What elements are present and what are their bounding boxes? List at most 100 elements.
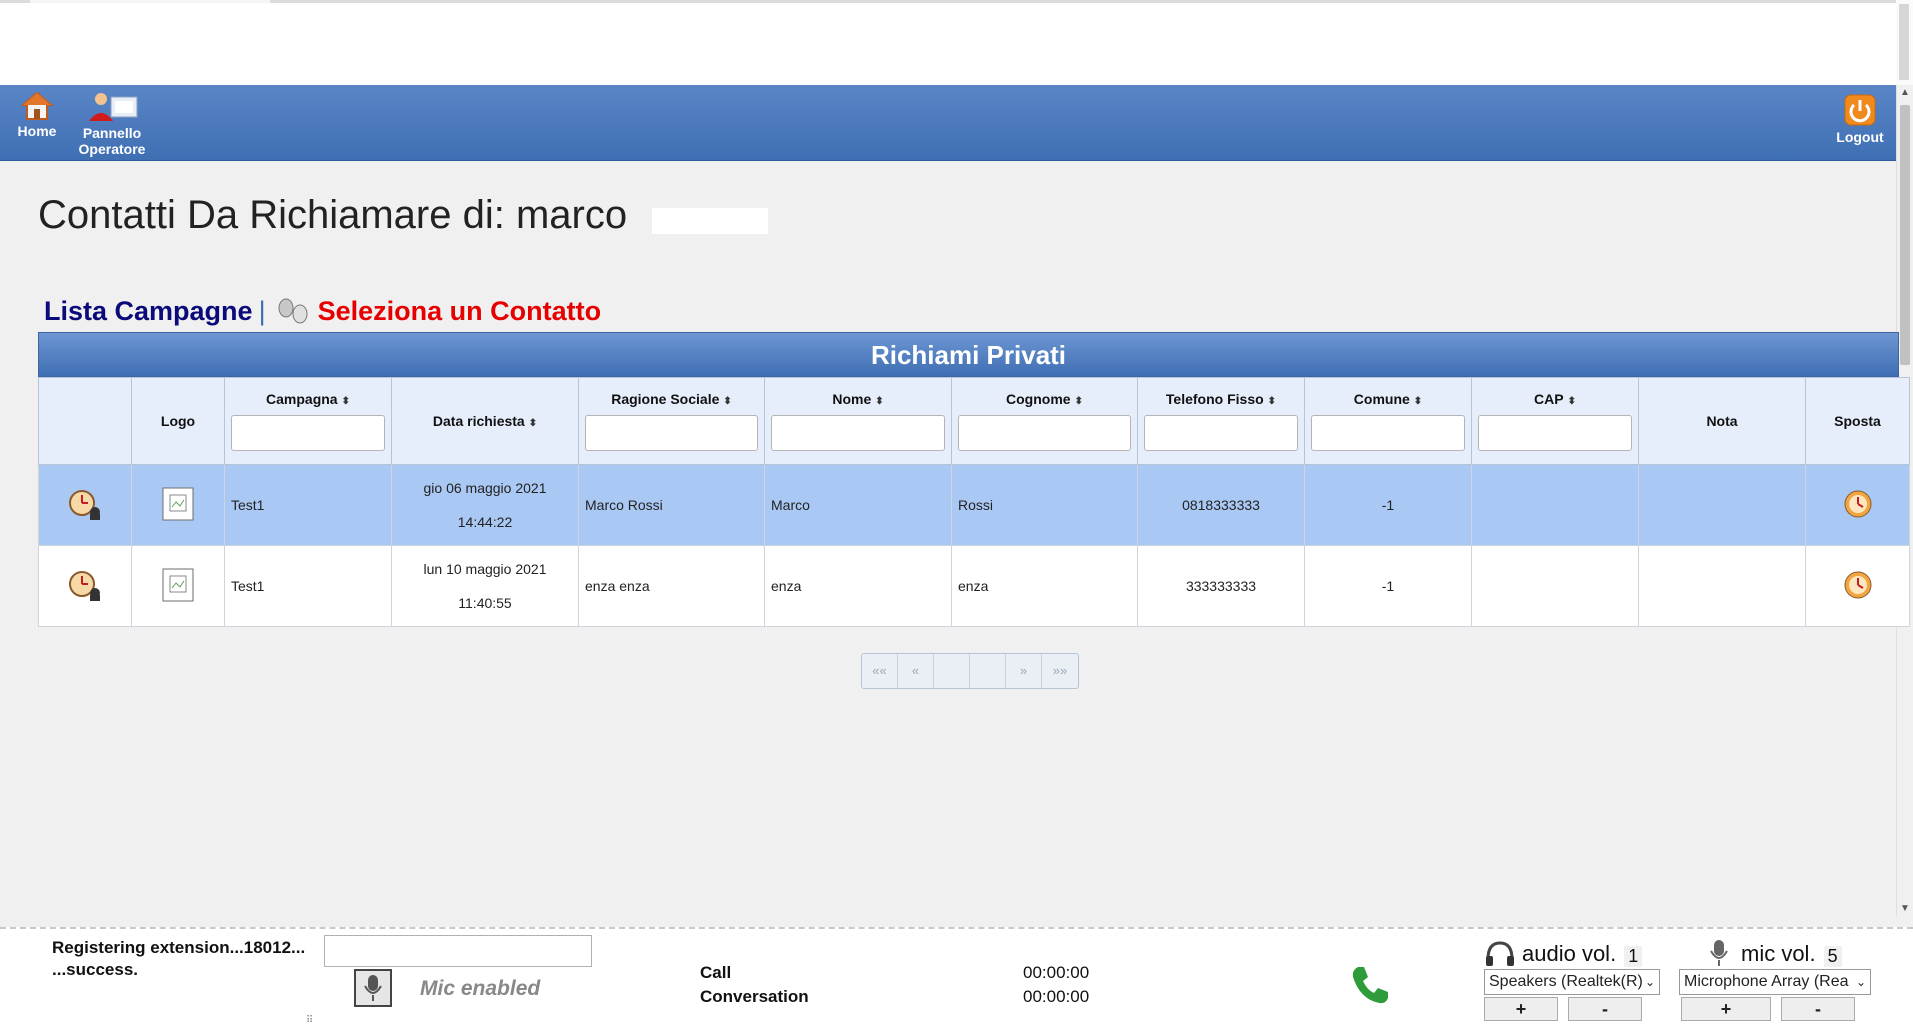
cell-ragione: Marco Rossi [578, 464, 765, 546]
sort-icon[interactable]: ⬍ [1568, 396, 1576, 407]
last-page-button[interactable]: »» [1042, 654, 1078, 688]
microphone-icon [364, 975, 382, 1001]
header-cap[interactable]: CAP ⬍ [1471, 377, 1639, 465]
header-comune-label: Comune [1353, 391, 1410, 407]
sort-icon[interactable]: ⬍ [875, 396, 883, 407]
header-telefono[interactable]: Telefono Fisso ⬍ [1137, 377, 1305, 465]
scroll-up-icon[interactable]: ▲ [1897, 85, 1913, 101]
mic-volume-label: mic vol. [1741, 941, 1816, 966]
mic-volume-value: 5 [1823, 946, 1842, 967]
header-data-richiesta[interactable]: Data richiesta ⬍ [391, 377, 579, 465]
top-navbar: Home Pannello Operatore Logout [0, 85, 1896, 161]
audio-volume-down-button[interactable]: - [1568, 997, 1642, 1021]
header-nota-label: Nota [1706, 413, 1738, 429]
clock-move-icon[interactable] [1843, 489, 1873, 519]
sort-icon[interactable]: ⬍ [529, 418, 537, 429]
header-cap-label: CAP [1534, 391, 1564, 407]
conversation-label: Conversation [700, 987, 809, 1006]
table-row[interactable]: Test1 gio 06 maggio 2021 14:44:22 Marco R… [38, 464, 1910, 546]
filter-comune-input[interactable] [1311, 415, 1465, 451]
mic-toggle-button[interactable] [354, 969, 392, 1007]
recall-action-cell[interactable] [38, 464, 132, 546]
page-title: Contatti Da Richiamare di: marco [38, 193, 628, 237]
call-label: Call [700, 963, 732, 982]
first-page-button[interactable]: «« [862, 654, 898, 688]
header-row: Logo Campagna ⬍ Data richiesta ⬍ Ragione S… [38, 377, 1910, 465]
page-slot [970, 654, 1006, 688]
home-icon [21, 91, 53, 120]
sort-icon[interactable]: ⬍ [1075, 396, 1083, 407]
microphone-device: Microphone Array (Rea [1684, 973, 1849, 990]
move-cell[interactable] [1805, 545, 1910, 627]
cell-comune: -1 [1304, 545, 1472, 627]
breadcrumb-separator: | [258, 295, 266, 326]
filter-cap-input[interactable] [1478, 415, 1632, 451]
audio-volume-label: audio vol. [1522, 941, 1617, 966]
clock-move-icon[interactable] [1843, 570, 1873, 600]
scroll-down-icon[interactable]: ▼ [1897, 901, 1913, 917]
call-timers: 00:00:00 00:00:00 [1023, 961, 1089, 1009]
mic-status: Mic enabled [420, 977, 541, 1000]
registration-line-2: ...success. [52, 960, 139, 979]
callbacks-table: Logo Campagna ⬍ Data richiesta ⬍ Ragione S… [38, 377, 1910, 627]
top-scrollbar[interactable] [1896, 0, 1913, 85]
filter-nome-input[interactable] [771, 415, 945, 451]
header-campagna[interactable]: Campagna ⬍ [224, 377, 392, 465]
operator-label: Pannello [82, 125, 142, 141]
table-row[interactable]: Test1 lun 10 maggio 2021 11:40:55 enza en… [38, 545, 1910, 627]
phone-icon [1352, 967, 1388, 1004]
header-sposta-label: Sposta [1834, 413, 1881, 429]
speaker-select[interactable]: Speakers (Realtek(R) ⌄ [1484, 969, 1660, 995]
page-slot [934, 654, 970, 688]
sort-icon[interactable]: ⬍ [1414, 396, 1422, 407]
home-label: Home [17, 123, 57, 139]
header-cognome-label: Cognome [1006, 391, 1071, 407]
cell-data: lun 10 maggio 2021 11:40:55 [391, 545, 579, 627]
cell-comune: -1 [1304, 464, 1472, 546]
mic-volume-group: mic vol. 5 Microphone Array (Rea ⌄ + - [1679, 937, 1871, 1021]
clock-user-icon[interactable] [67, 488, 103, 520]
speaker-device: Speakers (Realtek(R) [1489, 973, 1643, 990]
mic-volume-down-button[interactable]: - [1781, 997, 1855, 1021]
filter-ragione-input[interactable] [585, 415, 758, 451]
cell-date: lun 10 maggio 2021 [423, 561, 547, 577]
recall-action-cell[interactable] [38, 545, 132, 627]
scroll-thumb[interactable] [1900, 105, 1910, 365]
call-labels: Call Conversation [700, 961, 809, 1009]
operator-panel-button[interactable]: Pannello Operatore [74, 91, 150, 157]
cell-data: gio 06 maggio 2021 14:44:22 [391, 464, 579, 546]
filter-campagna-input[interactable] [231, 415, 385, 451]
filter-cognome-input[interactable] [958, 415, 1131, 451]
cell-nome: Marco [764, 464, 952, 546]
prev-page-button[interactable]: « [898, 654, 934, 688]
mic-volume-up-button[interactable]: + [1681, 997, 1771, 1021]
logout-label: Logout [1836, 129, 1884, 145]
resize-handle-icon[interactable]: ⠿ [306, 1015, 313, 1026]
dial-input[interactable] [324, 935, 592, 967]
sort-icon[interactable]: ⬍ [342, 396, 350, 407]
sort-icon[interactable]: ⬍ [1268, 396, 1276, 407]
sort-icon[interactable]: ⬍ [723, 396, 731, 407]
header-nota: Nota [1638, 377, 1806, 465]
softphone-bar: Registering extension...18012... ...succ… [0, 927, 1913, 1028]
header-nome[interactable]: Nome ⬍ [764, 377, 952, 465]
cell-cognome: Rossi [951, 464, 1138, 546]
home-button[interactable]: Home [14, 91, 60, 139]
microphone-select[interactable]: Microphone Array (Rea ⌄ [1679, 969, 1871, 995]
header-ragione-label: Ragione Sociale [611, 391, 720, 407]
audio-volume-up-button[interactable]: + [1484, 997, 1558, 1021]
move-cell[interactable] [1805, 464, 1910, 546]
call-button[interactable] [1348, 963, 1392, 1012]
filter-telefono-input[interactable] [1144, 415, 1298, 451]
header-ragione-sociale[interactable]: Ragione Sociale ⬍ [578, 377, 765, 465]
header-cognome[interactable]: Cognome ⬍ [951, 377, 1138, 465]
operator-icon [89, 93, 138, 121]
next-page-button[interactable]: » [1006, 654, 1042, 688]
breadcrumb-current: Seleziona un Contatto [317, 295, 602, 326]
logout-button[interactable]: Logout [1832, 93, 1888, 145]
power-icon [1844, 94, 1876, 126]
clock-user-icon[interactable] [67, 569, 103, 601]
redacted-area [652, 208, 768, 234]
header-comune[interactable]: Comune ⬍ [1304, 377, 1472, 465]
campaign-list-link[interactable]: Lista Campagne [44, 296, 253, 327]
